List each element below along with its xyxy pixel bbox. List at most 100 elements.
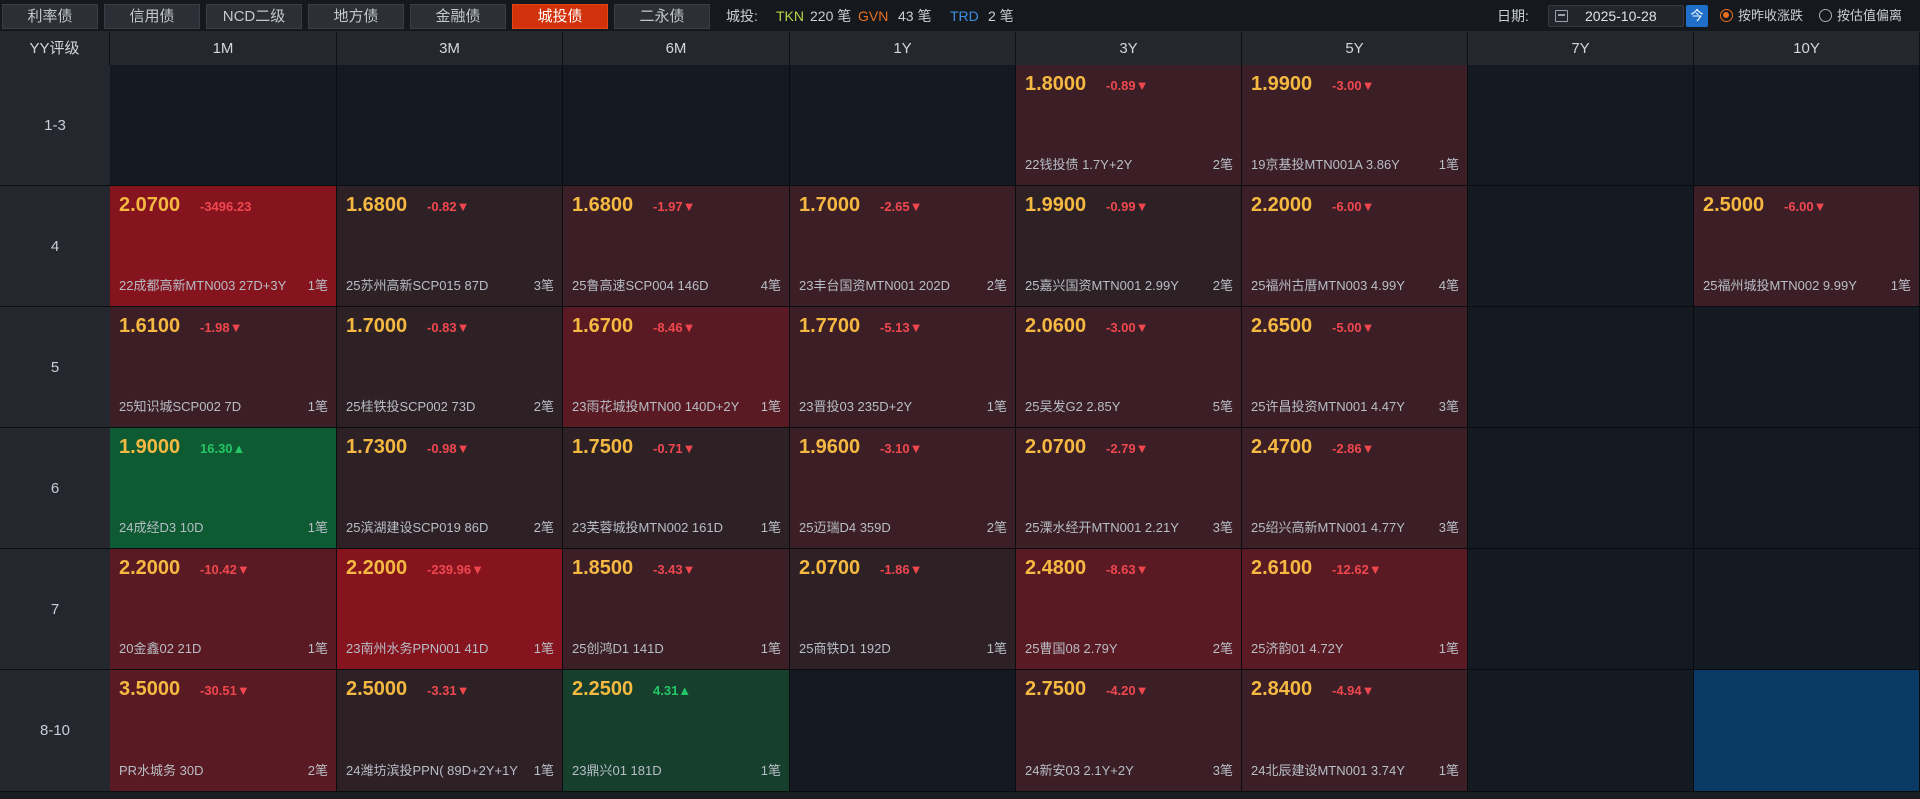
heatmap-cell[interactable]: [790, 65, 1016, 186]
yield-change: -10.42▼: [200, 562, 250, 577]
trade-count: 3笔: [1212, 520, 1233, 535]
heatmap-cell[interactable]: [1468, 670, 1694, 792]
heatmap-cell[interactable]: 2.5000 -6.00▼ 25福州城投MTN002 9.99Y 1笔: [1694, 186, 1920, 307]
yield-change: -3.00▼: [1106, 320, 1149, 335]
heatmap-cell[interactable]: [1694, 428, 1920, 549]
heatmap-cell[interactable]: 1.6700 -8.46▼ 23雨花城投MTN00 140D+2Y 1笔: [563, 307, 790, 428]
heatmap-cell[interactable]: 2.2500 4.31▲ 23鼎兴01 181D 1笔: [563, 670, 790, 792]
tab-financial[interactable]: 金融债: [410, 4, 506, 29]
yield-change: -8.63▼: [1106, 562, 1149, 577]
row-header-7: 7: [0, 549, 110, 670]
heatmap-cell[interactable]: 2.2000 -6.00▼ 25福州古厝MTN003 4.99Y 4笔: [1242, 186, 1468, 307]
heatmap-cell[interactable]: [563, 65, 790, 186]
heatmap-cell[interactable]: [1694, 549, 1920, 670]
heatmap-cell[interactable]: 1.6100 -1.98▼ 25知识城SCP002 7D 1笔: [110, 307, 337, 428]
heatmap-cell[interactable]: 2.0700 -3496.23 22成都高新MTN003 27D+3Y 1笔: [110, 186, 337, 307]
yield-value: 1.9900: [1025, 194, 1087, 216]
column-header-6m[interactable]: 6M: [563, 32, 790, 65]
row-header-4: 4: [0, 186, 110, 307]
heatmap-cell[interactable]: 1.7500 -0.71▼ 23芙蓉城投MTN002 161D 1笔: [563, 428, 790, 549]
bottom-scrollbar[interactable]: [0, 792, 1920, 799]
heatmap-cell[interactable]: [110, 65, 337, 186]
tab-ncd[interactable]: NCD二级: [206, 4, 302, 29]
trade-count: 1笔: [760, 641, 781, 656]
heatmap-cell[interactable]: 1.9900 -0.99▼ 25嘉兴国资MTN001 2.99Y 2笔: [1016, 186, 1242, 307]
heatmap-cell[interactable]: 2.2000 -10.42▼ 20金鑫02 21D 1笔: [110, 549, 337, 670]
heatmap-cell[interactable]: 1.7700 -5.13▼ 23晋投03 235D+2Y 1笔: [790, 307, 1016, 428]
trd-label: TRD: [950, 8, 979, 24]
tab-credit[interactable]: 信用债: [104, 4, 200, 29]
column-header-1m[interactable]: 1M: [110, 32, 337, 65]
trade-count: 1笔: [1438, 157, 1459, 172]
heatmap-cell[interactable]: [1468, 428, 1694, 549]
heatmap-cell[interactable]: 1.7300 -0.98▼ 25滨湖建设SCP019 86D 2笔: [337, 428, 563, 549]
trade-count: 3笔: [533, 278, 554, 293]
yield-value: 2.5000: [1703, 194, 1765, 216]
yield-value: 1.6100: [119, 315, 181, 337]
heatmap-cell[interactable]: [1694, 670, 1920, 792]
tab-rates[interactable]: 利率债: [2, 4, 98, 29]
heatmap-cell[interactable]: [1468, 549, 1694, 670]
column-header-5y[interactable]: 5Y: [1242, 32, 1468, 65]
heatmap-cell[interactable]: [790, 670, 1016, 792]
heatmap-cell[interactable]: 1.9600 -3.10▼ 25迈瑞D4 359D 2笔: [790, 428, 1016, 549]
yield-value: 1.8500: [572, 557, 634, 579]
heatmap-cell[interactable]: 1.7000 -2.65▼ 23丰台国资MTN001 202D 2笔: [790, 186, 1016, 307]
yield-change: -1.86▼: [880, 562, 923, 577]
tab-lgfv[interactable]: 城投债: [512, 4, 608, 29]
heatmap-cell[interactable]: [1694, 307, 1920, 428]
heatmap-cell[interactable]: [1468, 307, 1694, 428]
heatmap-cell[interactable]: [1468, 186, 1694, 307]
bond-name: 24成经D3 10D: [119, 520, 204, 535]
trd-count: 2 笔: [988, 8, 1014, 24]
heatmap-cell[interactable]: 1.9900 -3.00▼ 19京基投MTN001A 3.86Y 1笔: [1242, 65, 1468, 186]
heatmap-cell[interactable]: 1.6800 -0.82▼ 25苏州高新SCP015 87D 3笔: [337, 186, 563, 307]
yield-change: -239.96▼: [427, 562, 484, 577]
heatmap-cell[interactable]: [1468, 65, 1694, 186]
heatmap-cell[interactable]: 1.7000 -0.83▼ 25桂铁投SCP002 73D 2笔: [337, 307, 563, 428]
heatmap-cell[interactable]: 2.4700 -2.86▼ 25绍兴高新MTN001 4.77Y 3笔: [1242, 428, 1468, 549]
trade-count: 1笔: [1438, 641, 1459, 656]
heatmap-cell[interactable]: 2.0700 -1.86▼ 25商铁D1 192D 1笔: [790, 549, 1016, 670]
bond-name: 20金鑫02 21D: [119, 641, 202, 656]
heatmap-cell[interactable]: [1694, 65, 1920, 186]
trade-count: 3笔: [1438, 399, 1459, 414]
radio-prev-close-label[interactable]: 按昨收涨跌: [1738, 0, 1803, 32]
yield-change: -4.20▼: [1106, 683, 1149, 698]
yield-change: -0.98▼: [427, 441, 470, 456]
radio-valuation-deviation[interactable]: [1819, 9, 1832, 22]
radio-prev-close[interactable]: [1720, 9, 1733, 22]
heatmap-cell[interactable]: 2.5000 -3.31▼ 24潍坊滨投PPN( 89D+2Y+1Y 1笔: [337, 670, 563, 792]
heatmap-cell[interactable]: 1.8500 -3.43▼ 25创鸿D1 141D 1笔: [563, 549, 790, 670]
bond-name: 25商铁D1 192D: [799, 641, 891, 656]
column-header-1y[interactable]: 1Y: [790, 32, 1016, 65]
yield-value: 1.7300: [346, 436, 408, 458]
radio-valuation-deviation-label[interactable]: 按估值偏离: [1837, 0, 1902, 32]
heatmap-cell[interactable]: [337, 65, 563, 186]
bond-name: 25滨湖建设SCP019 86D: [346, 520, 489, 535]
heatmap-cell[interactable]: 2.8400 -4.94▼ 24北辰建设MTN001 3.74Y 1笔: [1242, 670, 1468, 792]
column-header-7y[interactable]: 7Y: [1468, 32, 1694, 65]
yield-value: 2.0700: [799, 557, 861, 579]
heatmap-cell[interactable]: 3.5000 -30.51▼ PR水城务 30D 2笔: [110, 670, 337, 792]
today-button[interactable]: 今: [1686, 5, 1708, 27]
column-header-3m[interactable]: 3M: [337, 32, 563, 65]
tab-perpetual[interactable]: 二永债: [614, 4, 710, 29]
column-header-10y[interactable]: 10Y: [1694, 32, 1920, 65]
yield-value: 2.4700: [1251, 436, 1313, 458]
heatmap-cell[interactable]: 1.8000 -0.89▼ 22钱投债 1.7Y+2Y 2笔: [1016, 65, 1242, 186]
tab-local-gov[interactable]: 地方债: [308, 4, 404, 29]
heatmap-cell[interactable]: 2.7500 -4.20▼ 24新安03 2.1Y+2Y 3笔: [1016, 670, 1242, 792]
heatmap-cell[interactable]: 2.2000 -239.96▼ 23南州水务PPN001 41D 1笔: [337, 549, 563, 670]
heatmap-cell[interactable]: 2.0600 -3.00▼ 25吴发G2 2.85Y 5笔: [1016, 307, 1242, 428]
heatmap-cell[interactable]: 1.6800 -1.97▼ 25鲁高速SCP004 146D 4笔: [563, 186, 790, 307]
date-picker[interactable]: 2025-10-28: [1548, 5, 1684, 27]
heatmap-cell[interactable]: 1.9000 16.30▲ 24成经D3 10D 1笔: [110, 428, 337, 549]
trade-count: 2笔: [986, 278, 1007, 293]
heatmap-cell[interactable]: 2.6500 -5.00▼ 25许昌投资MTN001 4.47Y 3笔: [1242, 307, 1468, 428]
heatmap-cell[interactable]: 2.6100 -12.62▼ 25济韵01 4.72Y 1笔: [1242, 549, 1468, 670]
heatmap-cell[interactable]: 2.0700 -2.79▼ 25溧水经开MTN001 2.21Y 3笔: [1016, 428, 1242, 549]
trade-count: 1笔: [760, 399, 781, 414]
heatmap-cell[interactable]: 2.4800 -8.63▼ 25曹国08 2.79Y 2笔: [1016, 549, 1242, 670]
column-header-3y[interactable]: 3Y: [1016, 32, 1242, 65]
